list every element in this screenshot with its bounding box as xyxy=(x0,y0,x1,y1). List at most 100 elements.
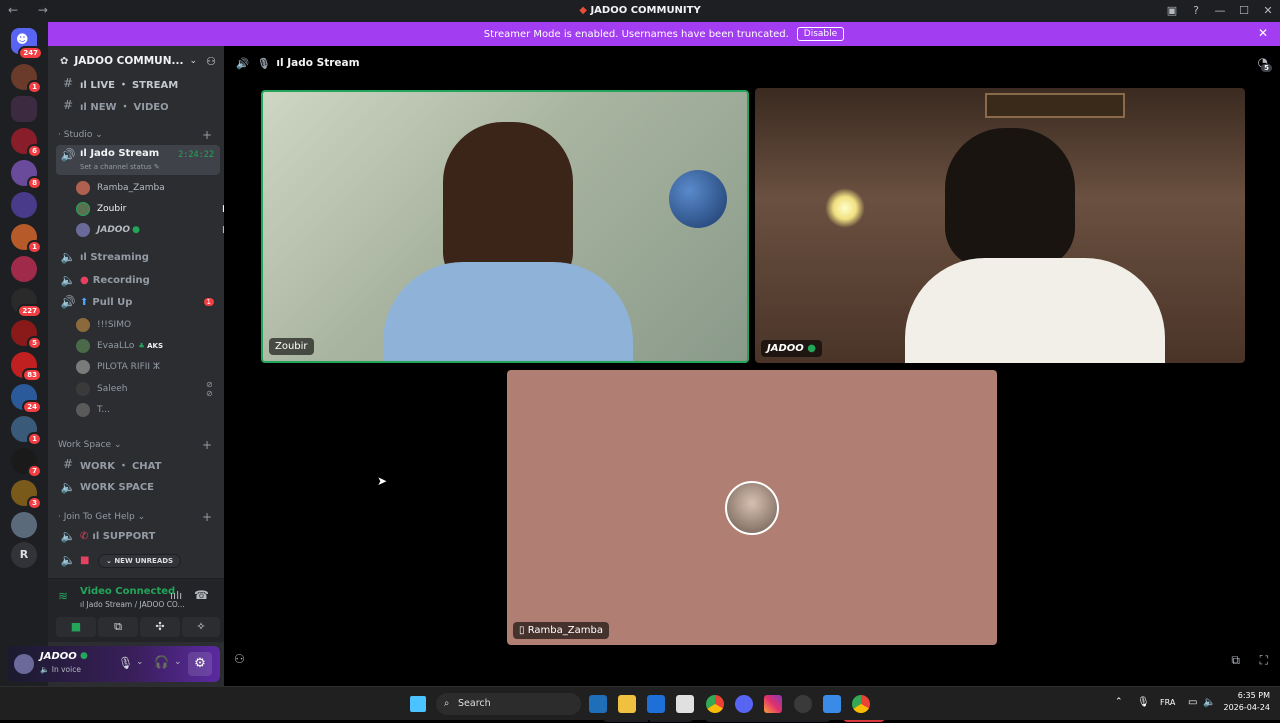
voice-member[interactable]: EvaaLLo ♣ AKS xyxy=(76,337,163,355)
clock[interactable]: 6:35 PM 2026-04-24 xyxy=(1224,690,1271,714)
minimize-button[interactable]: — xyxy=(1208,0,1232,22)
channel-live-stream[interactable]: # ıl LIVE ・ STREAM xyxy=(56,73,220,93)
chevron-down-icon[interactable]: ⌄ xyxy=(136,657,144,667)
server-icon[interactable]: 83 xyxy=(11,352,42,382)
new-unreads-pill[interactable]: ⌄ NEW UNREADS xyxy=(98,554,182,568)
video-tile-ramba-zamba[interactable]: ▯ Ramba_Zamba xyxy=(507,370,997,645)
video-tile-jadoo[interactable]: JADOO ● xyxy=(755,88,1245,363)
wifi-signal-icon[interactable]: ≋ xyxy=(58,589,68,603)
server-icon-letter[interactable]: R xyxy=(11,542,37,568)
store-icon[interactable] xyxy=(676,695,694,713)
server-icon[interactable]: 3 xyxy=(11,480,42,510)
settings-gear-icon[interactable]: ⚙ xyxy=(188,652,212,676)
muted-icon: ⊘ ⊘ xyxy=(206,380,213,398)
category-work-space[interactable]: Work Space ⌄ xyxy=(58,440,122,450)
voice-member[interactable]: PILOTA RIFII ⵣ xyxy=(76,358,160,376)
chevron-up-icon[interactable]: ⌃ xyxy=(1115,697,1123,707)
channel-label: WORK ・ CHAT xyxy=(80,460,162,472)
chevron-down-icon[interactable]: ⌄ xyxy=(174,657,182,667)
hash-icon: # xyxy=(62,76,74,90)
activities-button[interactable]: ✣ xyxy=(140,617,180,637)
add-member-icon[interactable]: ⚇ xyxy=(206,55,216,68)
create-channel-icon[interactable]: + xyxy=(202,510,212,524)
popout-icon[interactable]: ⧉ xyxy=(1231,653,1240,668)
video-tile-zoubir[interactable]: Zoubir xyxy=(261,90,749,363)
create-channel-icon[interactable]: + xyxy=(202,438,212,452)
server-icon[interactable] xyxy=(11,192,37,218)
channel-pull-up[interactable]: 🔊 ⬆ Pull Up 1 xyxy=(56,292,220,312)
microphone-icon[interactable]: 🎙 xyxy=(118,656,133,670)
voice-member[interactable]: Ramba_Zamba xyxy=(76,179,165,197)
channel-new-video[interactable]: # ıl NEW ・ VIDEO xyxy=(56,95,220,115)
microphone-icon[interactable]: 🎙 xyxy=(1137,697,1150,708)
channel-work-chat[interactable]: # WORK ・ CHAT xyxy=(56,454,220,474)
home-button[interactable]: ☻ 247 xyxy=(11,28,43,60)
maximize-button[interactable]: ☐ xyxy=(1232,0,1256,22)
soundboard-button[interactable]: ✧ xyxy=(182,617,220,637)
app-icon[interactable] xyxy=(794,695,812,713)
file-explorer-icon[interactable] xyxy=(618,695,636,713)
home-badge: 247 xyxy=(18,46,43,60)
help-icon[interactable]: ? xyxy=(1184,0,1208,22)
close-banner-icon[interactable]: ✕ xyxy=(1258,26,1268,40)
headphones-icon[interactable]: 🎧 xyxy=(154,655,169,669)
screen-share-icon: ⧉ xyxy=(114,620,122,633)
speaker-icon: 🔈 xyxy=(60,529,76,543)
voice-member[interactable]: T... xyxy=(76,401,110,419)
video-button[interactable]: ■ xyxy=(56,617,96,637)
voice-member[interactable]: !!!SIMO xyxy=(76,316,131,334)
server-icon[interactable] xyxy=(11,512,37,538)
taskbar-search[interactable]: ⌕ Search xyxy=(436,693,581,715)
server-icon[interactable] xyxy=(11,256,37,282)
server-icon[interactable]: 6 xyxy=(11,128,42,158)
server-icon[interactable]: 1 xyxy=(11,64,42,94)
voice-status-text[interactable]: Video Connected xyxy=(80,586,175,597)
server-icon[interactable]: 24 xyxy=(11,384,42,414)
volume-icon[interactable]: 🔈 xyxy=(1203,697,1215,708)
inbox-icon[interactable]: ▣ xyxy=(1160,0,1184,22)
chrome-icon[interactable] xyxy=(706,695,724,713)
channel-recording[interactable]: 🔈 ● Recording xyxy=(56,270,220,290)
invite-icon[interactable]: ⚇ xyxy=(234,652,245,666)
close-window-button[interactable]: ✕ xyxy=(1256,0,1280,22)
server-icon[interactable]: 227 xyxy=(11,288,42,318)
screen-share-button[interactable]: ⧉ xyxy=(98,617,138,637)
noise-suppression-icon[interactable]: ıılı xyxy=(170,589,182,602)
server-icon[interactable]: 1 xyxy=(11,224,42,254)
voice-member[interactable]: JADOO●■ xyxy=(76,221,231,239)
server-header[interactable]: ✿ JADOO COMMUN... ⌄ ⚇ xyxy=(48,46,224,76)
create-channel-icon[interactable]: + xyxy=(202,128,212,142)
channel-support[interactable]: 🔈 ✆ ıl SUPPORT xyxy=(56,526,220,546)
voice-member[interactable]: Saleeh ⊘ ⊘ xyxy=(76,380,213,398)
app-icon[interactable] xyxy=(823,695,841,713)
user-avatar[interactable] xyxy=(14,654,34,674)
chevron-down-icon[interactable]: ⌄ xyxy=(189,56,197,66)
windows-start-icon[interactable] xyxy=(410,696,426,712)
server-icon[interactable]: 7 xyxy=(11,448,42,478)
voice-location-text[interactable]: ıl Jado Stream / JADOO CO... xyxy=(80,600,185,609)
server-icon-active[interactable] xyxy=(11,96,37,122)
outlook-icon[interactable] xyxy=(647,695,665,713)
category-help[interactable]: · Join To Get Help ⌄ xyxy=(58,512,145,522)
widgets-icon[interactable] xyxy=(589,695,607,713)
category-studio[interactable]: · Studio ⌄ xyxy=(58,130,103,140)
channel-jado-stream[interactable]: 🔊 ıl Jado Stream 2:24:22 Set a channel s… xyxy=(56,145,220,175)
channel-work-space[interactable]: 🔈 WORK SPACE xyxy=(56,477,220,497)
disable-streamer-mode-button[interactable]: Disable xyxy=(796,27,845,41)
user-name[interactable]: JADOO xyxy=(40,651,77,662)
discord-icon[interactable] xyxy=(735,695,753,713)
channel-streaming[interactable]: 🔈 ıl Streaming xyxy=(56,247,220,267)
server-icon[interactable]: 1 xyxy=(11,416,42,446)
voice-member[interactable]: Zoubir■ xyxy=(76,200,231,218)
disconnect-icon[interactable]: ☎ xyxy=(194,588,209,602)
instagram-icon[interactable] xyxy=(764,695,782,713)
member-name: EvaaLLo xyxy=(97,341,135,351)
server-icon[interactable]: 8 xyxy=(11,160,42,190)
chrome-icon[interactable] xyxy=(852,695,870,713)
network-icon[interactable]: ▭ xyxy=(1188,697,1197,708)
language-indicator[interactable]: FRA xyxy=(1160,698,1175,707)
set-status-hint[interactable]: Set a channel status ✎ xyxy=(80,163,160,171)
fullscreen-icon[interactable]: ⛶ xyxy=(1260,653,1268,668)
server-icon[interactable]: 5 xyxy=(11,320,42,350)
user-status-text: In voice xyxy=(51,665,81,674)
